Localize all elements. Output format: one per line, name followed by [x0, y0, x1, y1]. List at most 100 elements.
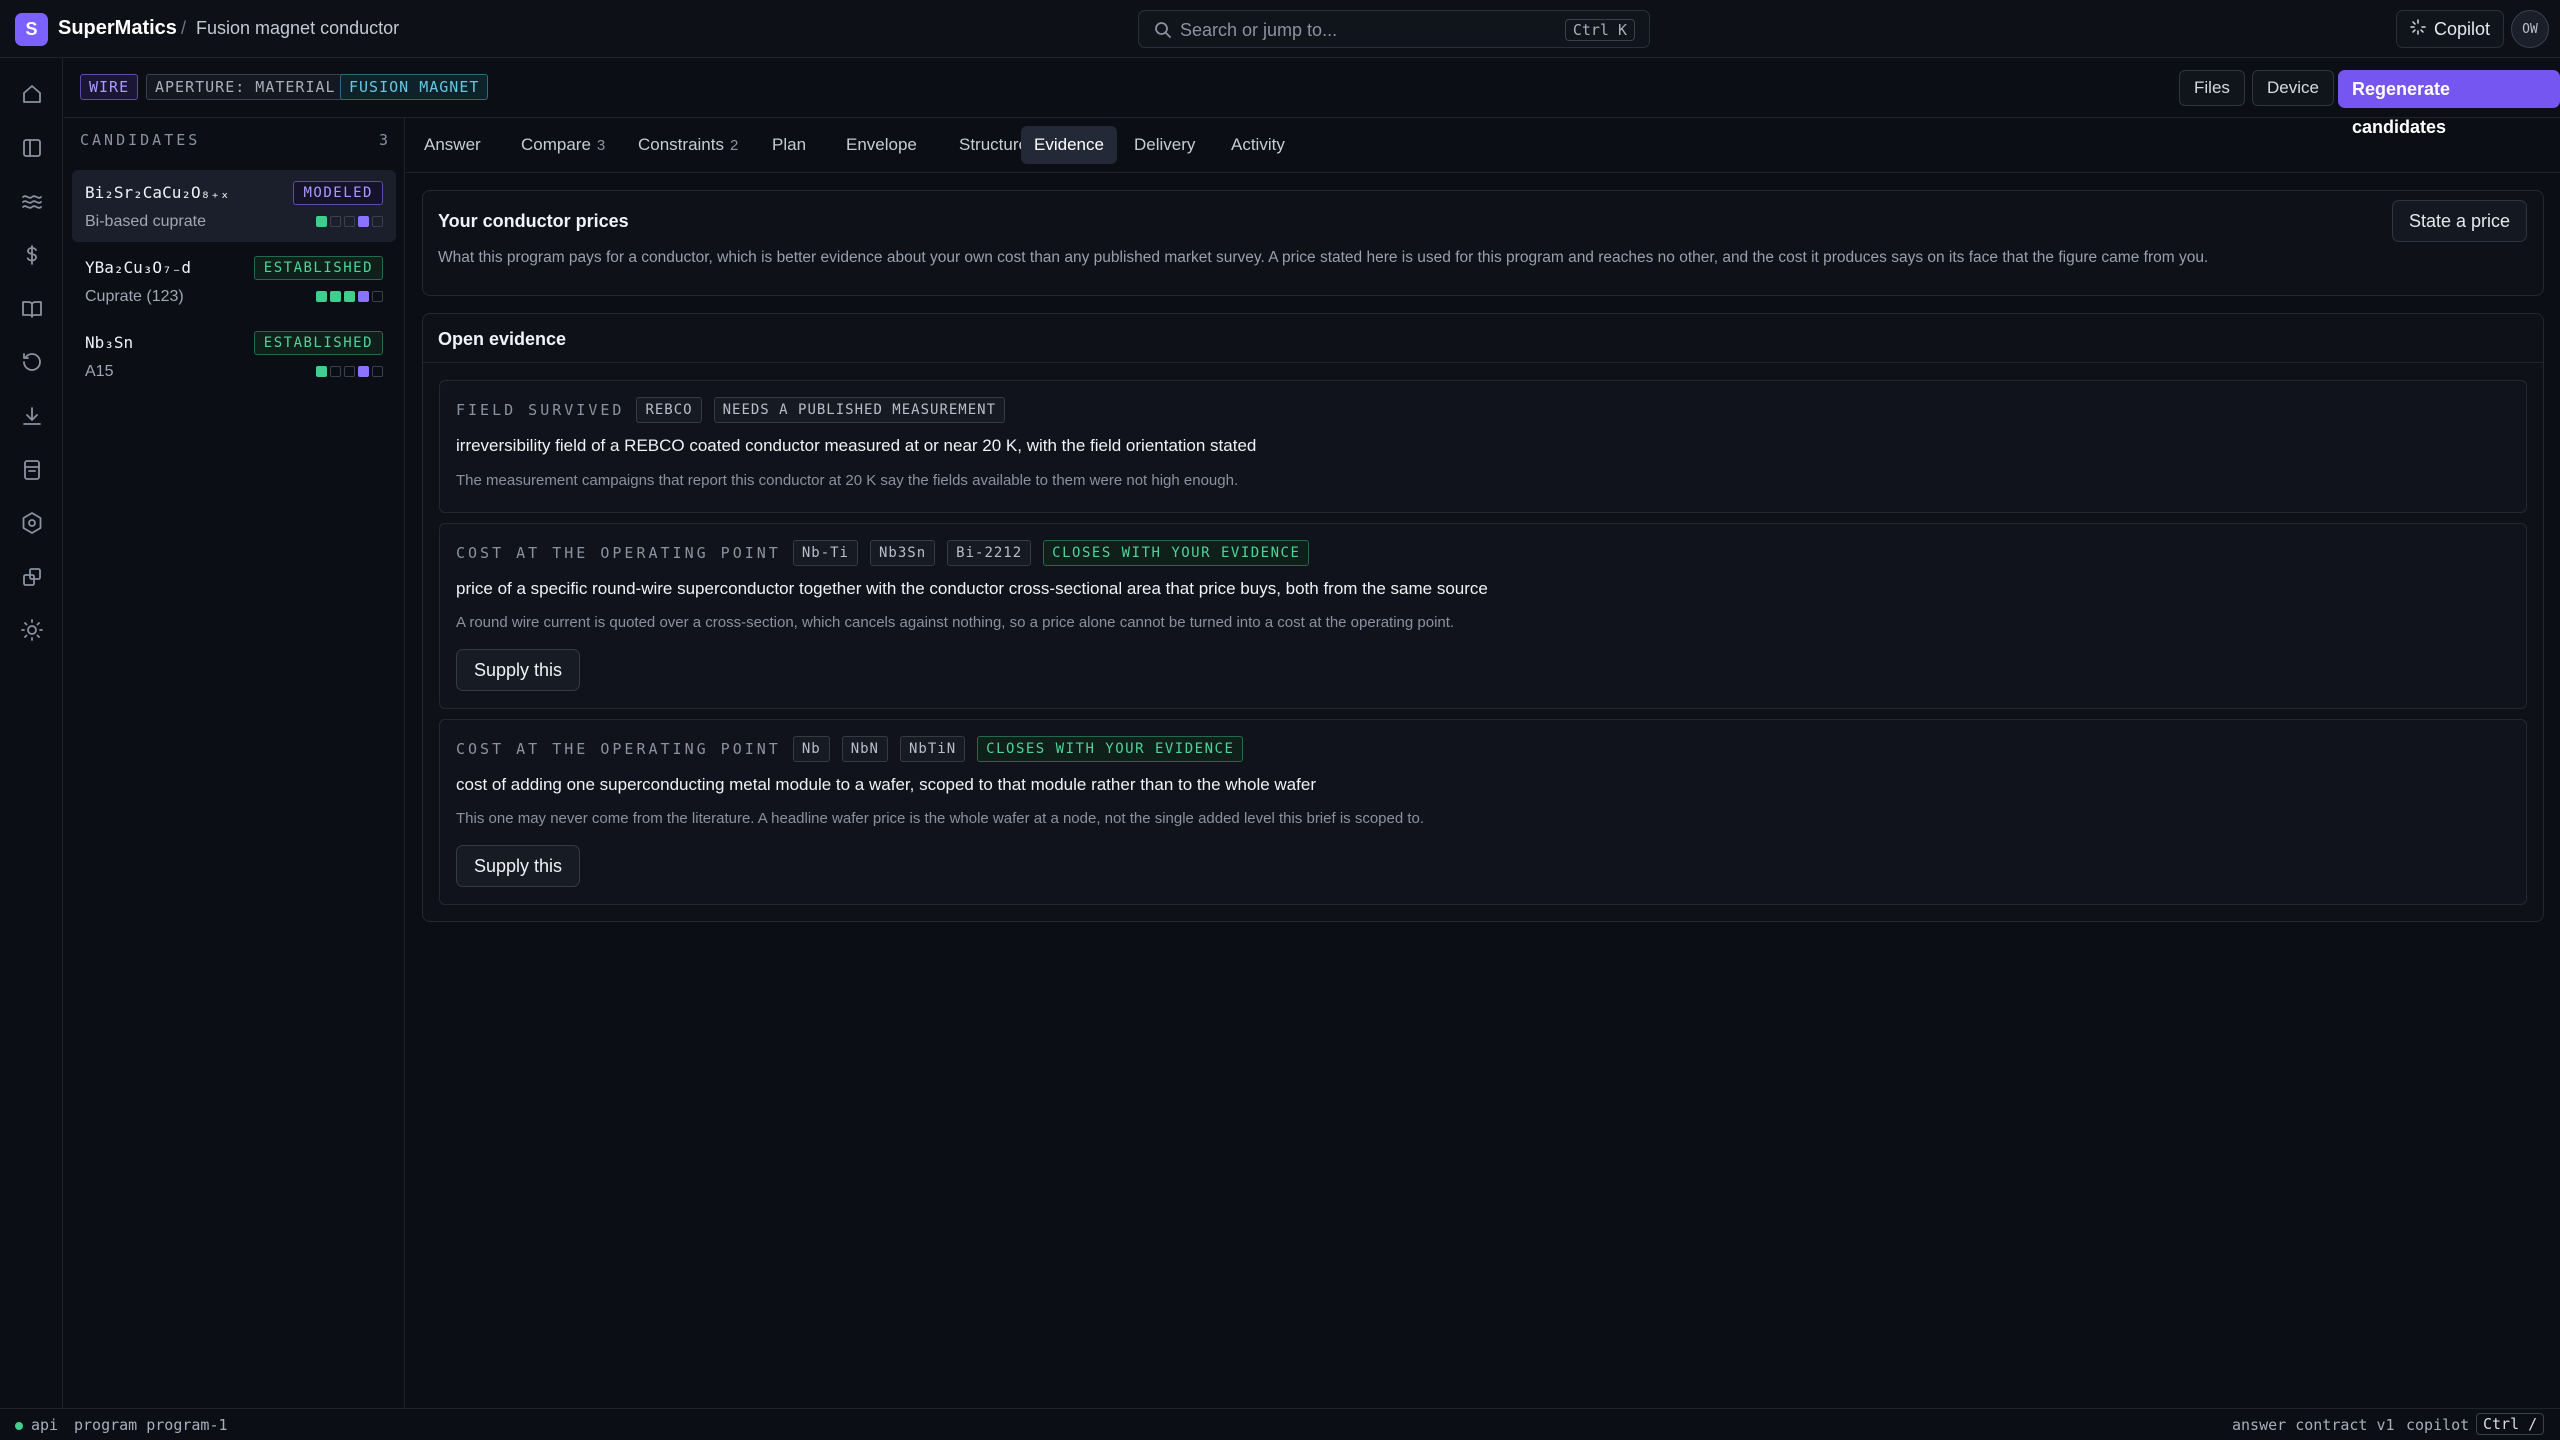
- candidate-item[interactable]: Nb₃Sn A15 ESTABLISHED: [72, 320, 396, 392]
- icon-rail: [0, 58, 63, 1408]
- evidence-note: A round wire current is quoted over a cr…: [456, 614, 1455, 631]
- readiness-square: [344, 216, 355, 227]
- readiness-square: [372, 366, 383, 377]
- status-api: api: [31, 1416, 59, 1434]
- candidate-name: Bi₂Sr₂CaCu₂O₈₊ₓ: [85, 183, 230, 202]
- evidence-item: COST AT THE OPERATING POINT Nb-Ti Nb3Sn …: [439, 523, 2527, 709]
- evidence-note: The measurement campaigns that report th…: [456, 472, 1239, 489]
- candidates-panel: CANDIDATES 3 Bi₂Sr₂CaCu₂O₈₊ₓ Bi-based cu…: [64, 118, 405, 1408]
- settings-icon[interactable]: [20, 511, 44, 535]
- tag-wire: WIRE: [80, 74, 139, 100]
- context-header: WIRE APERTURE: MATERIAL FUSION MAGNET Fi…: [64, 58, 2560, 137]
- material-chip: Bi-2212: [947, 540, 1032, 566]
- readiness-square: [372, 291, 383, 302]
- tab-delivery[interactable]: Delivery: [1121, 126, 1208, 164]
- candidates-count: 3: [378, 131, 388, 149]
- search-placeholder: Search or jump to...: [1180, 20, 1338, 40]
- tag-aperture: APERTURE: MATERIAL: [146, 74, 345, 100]
- extensions-icon[interactable]: [20, 565, 44, 589]
- tab-bar: Answer Compare 3 Constraints 2 Plan Envelo…: [406, 118, 2560, 173]
- tag-fusion-magnet: FUSION MAGNET: [340, 74, 489, 100]
- regenerate-candidates-button[interactable]: Regenerate candidates: [2338, 70, 2560, 137]
- readiness-squares: [316, 366, 383, 377]
- tab-answer[interactable]: Answer: [411, 126, 494, 164]
- card-title: Your conductor prices: [438, 211, 629, 231]
- search-bar[interactable]: Search or jump to... Ctrl K: [1138, 10, 1650, 48]
- state-a-price-button[interactable]: State a price: [2391, 200, 2527, 242]
- evidence-title: price of a specific round-wire supercond…: [456, 579, 1488, 598]
- material-chip: NbN: [841, 736, 888, 762]
- tab-activity[interactable]: Activity: [1218, 126, 1298, 164]
- app-name[interactable]: SuperMatics: [58, 17, 177, 40]
- material-chip: Nb3Sn: [870, 540, 936, 566]
- tab-constraints[interactable]: Constraints 2: [625, 126, 751, 164]
- candidate-item[interactable]: YBa₂Cu₃O₇₋d Cuprate (123) ESTABLISHED: [72, 245, 396, 317]
- evidence-status-chip: CLOSES WITH YOUR EVIDENCE: [977, 736, 1244, 762]
- readiness-square: [316, 291, 327, 302]
- candidate-family: Bi-based cuprate: [85, 213, 206, 230]
- readiness-square: [316, 216, 327, 227]
- status-badge: MODELED: [293, 181, 383, 205]
- candidate-family: Cuprate (123): [85, 288, 184, 305]
- readiness-squares: [316, 291, 383, 302]
- readiness-square: [358, 366, 369, 377]
- dollar-icon[interactable]: [20, 243, 44, 267]
- home-icon[interactable]: [20, 82, 44, 106]
- readiness-square: [330, 216, 341, 227]
- copilot-label: Copilot: [2433, 18, 2491, 39]
- readiness-square: [358, 291, 369, 302]
- evidence-note: This one may never come from the literat…: [456, 810, 1425, 827]
- status-badge: ESTABLISHED: [253, 331, 383, 355]
- status-program[interactable]: program program-1: [74, 1416, 228, 1434]
- tab-envelope[interactable]: Envelope: [833, 126, 930, 164]
- user-avatar[interactable]: OW: [2511, 10, 2549, 48]
- download-icon[interactable]: [20, 404, 44, 428]
- tab-plan[interactable]: Plan: [759, 126, 819, 164]
- candidates-header: CANDIDATES: [80, 131, 201, 149]
- evidence-kind: FIELD SURVIVED: [456, 401, 625, 419]
- evidence-title: irreversibility field of a REBCO coated …: [456, 436, 1257, 455]
- breadcrumb[interactable]: Fusion magnet conductor: [196, 18, 399, 39]
- status-bar: api program program-1 answer contract v1…: [0, 1408, 2560, 1440]
- candidate-item[interactable]: Bi₂Sr₂CaCu₂O₈₊ₓ Bi-based cuprate MODELED: [72, 170, 396, 242]
- sidebar-icon[interactable]: [20, 136, 44, 160]
- search-icon: [1153, 20, 1173, 40]
- readiness-square: [344, 366, 355, 377]
- files-button[interactable]: Files: [2179, 70, 2245, 106]
- sun-icon[interactable]: [20, 618, 44, 642]
- book-icon[interactable]: [20, 297, 44, 321]
- app-logo[interactable]: S: [15, 13, 48, 46]
- readiness-squares: [316, 216, 383, 227]
- conductor-prices-card: Your conductor prices State a price What…: [422, 190, 2544, 296]
- history-icon[interactable]: [20, 350, 44, 374]
- candidate-name: Nb₃Sn: [85, 333, 134, 352]
- breadcrumb-separator: /: [181, 18, 187, 38]
- evidence-status-chip: NEEDS A PUBLISHED MEASUREMENT: [713, 397, 1006, 423]
- supply-this-button[interactable]: Supply this: [456, 649, 581, 691]
- device-button[interactable]: Device: [2252, 70, 2334, 106]
- supply-this-button[interactable]: Supply this: [456, 845, 581, 887]
- material-chip: Nb-Ti: [792, 540, 858, 566]
- status-badge: ESTABLISHED: [253, 256, 383, 280]
- card-description: What this program pays for a conductor, …: [438, 249, 2209, 266]
- card-title: Open evidence: [438, 329, 567, 349]
- readiness-square: [344, 291, 355, 302]
- readiness-square: [372, 216, 383, 227]
- tab-evidence[interactable]: Evidence: [1021, 126, 1117, 164]
- readiness-square: [330, 291, 341, 302]
- top-bar: S SuperMatics / Fusion magnet conductor …: [0, 0, 2560, 58]
- copilot-button[interactable]: Copilot: [2396, 10, 2504, 48]
- tab-compare[interactable]: Compare 3: [508, 126, 618, 164]
- status-copilot[interactable]: copilot: [2406, 1416, 2469, 1434]
- material-chip: REBCO: [636, 397, 702, 423]
- evidence-title: cost of adding one superconducting metal…: [456, 775, 1316, 794]
- evidence-kind: COST AT THE OPERATING POINT: [456, 544, 781, 562]
- archive-icon[interactable]: [20, 458, 44, 482]
- readiness-square: [330, 366, 341, 377]
- status-contract: answer contract v1: [2232, 1416, 2395, 1434]
- waves-icon[interactable]: [20, 189, 44, 213]
- divider: [423, 362, 2543, 363]
- readiness-square: [358, 216, 369, 227]
- evidence-item: FIELD SURVIVED REBCO NEEDS A PUBLISHED M…: [439, 380, 2527, 513]
- evidence-status-chip: CLOSES WITH YOUR EVIDENCE: [1043, 540, 1310, 566]
